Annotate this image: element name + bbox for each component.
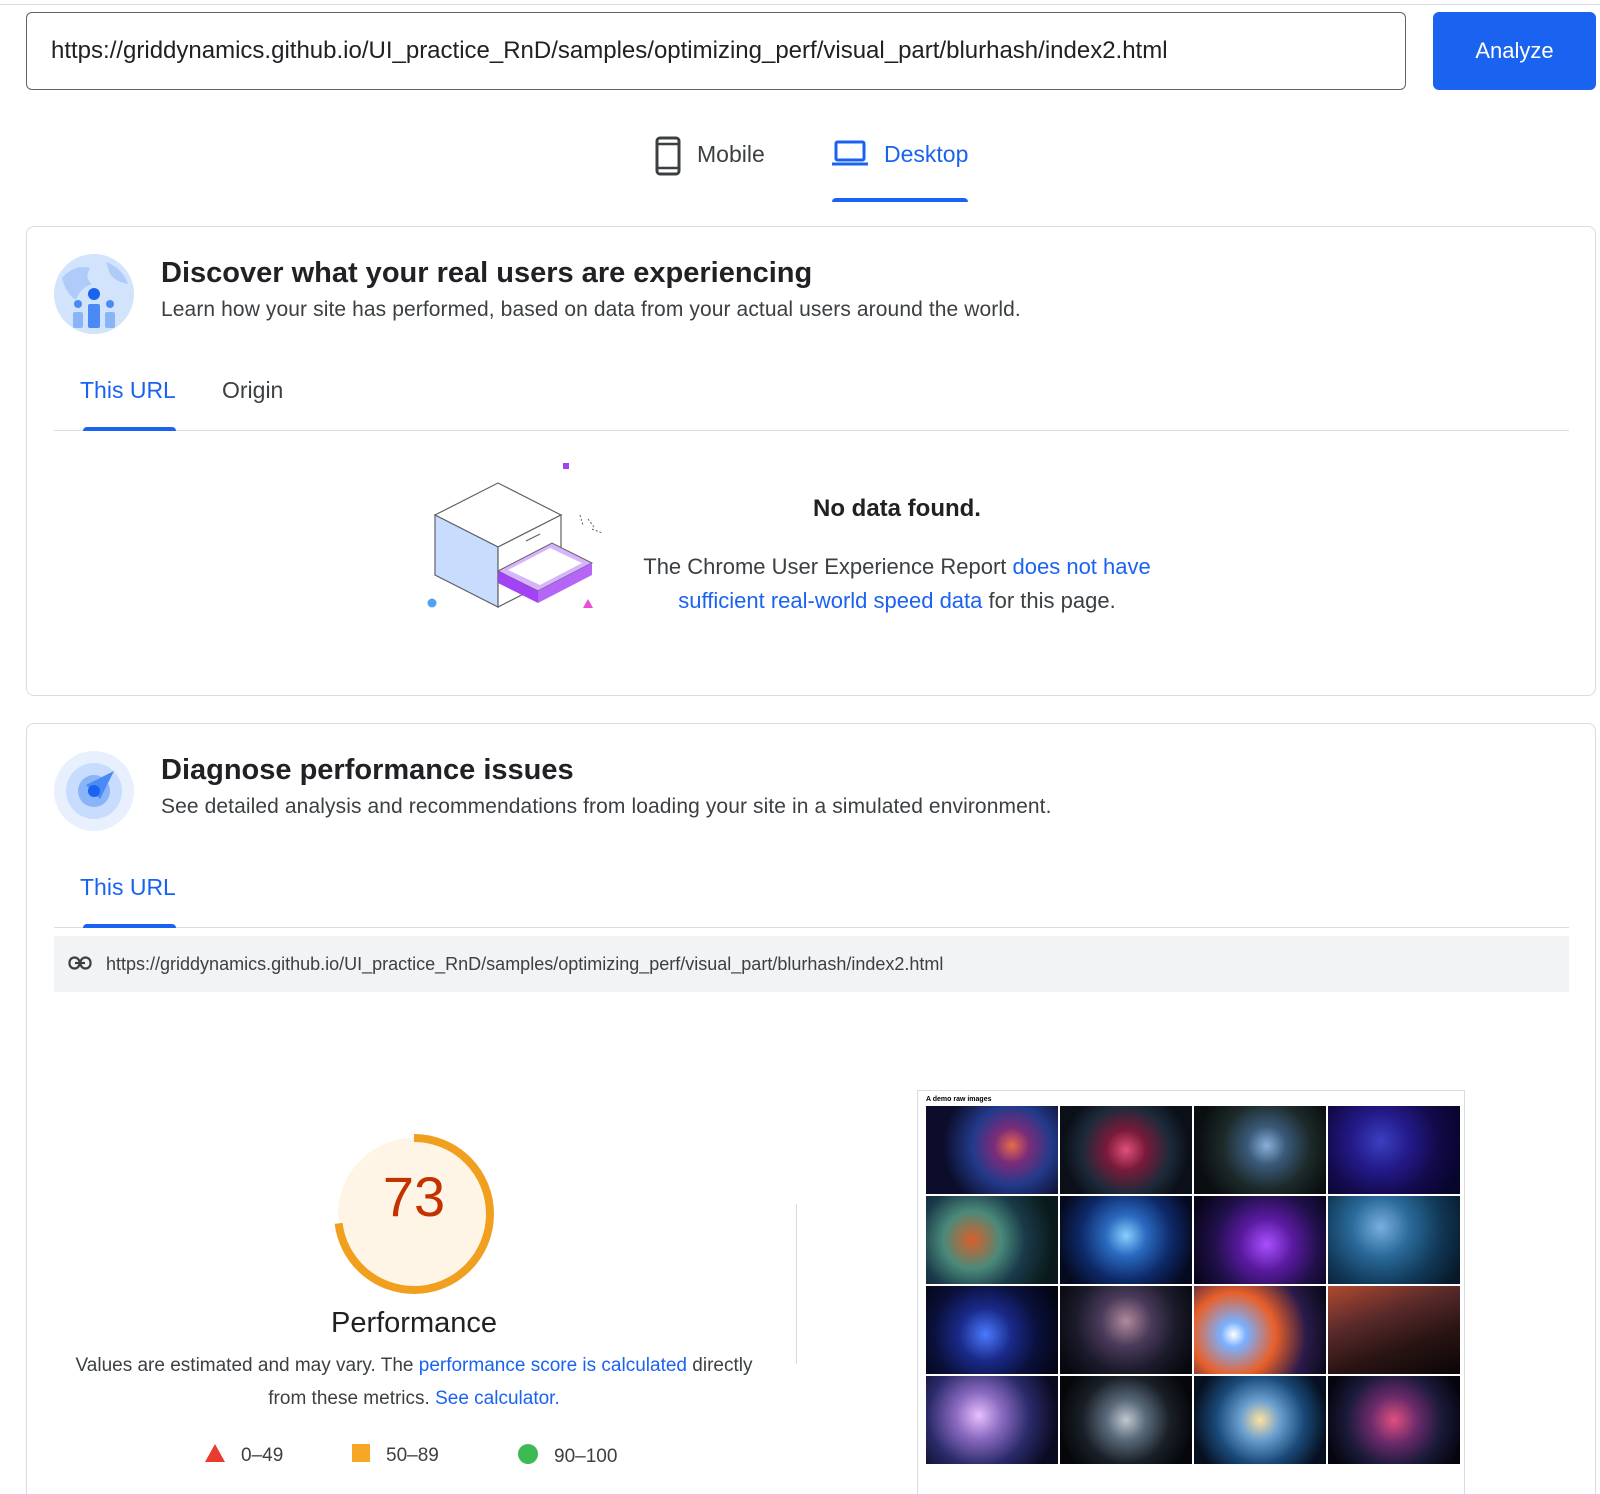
space-image: [1328, 1196, 1460, 1284]
performance-label: Performance: [330, 1307, 497, 1339]
field-data-tabs: This URL Origin: [54, 367, 1569, 431]
lab-data-card: Diagnose performance issues See detailed…: [26, 723, 1596, 1494]
no-data-message: The Chrome User Experience Report does n…: [627, 550, 1167, 618]
tested-url[interactable]: https://griddynamics.github.io/UI_practi…: [106, 954, 943, 975]
tab-origin[interactable]: Origin: [222, 377, 283, 431]
lab-data-subtitle: See detailed analysis and recommendation…: [161, 795, 1052, 818]
space-image: [926, 1196, 1058, 1284]
space-image: [1194, 1286, 1326, 1374]
tab-desktop[interactable]: Desktop: [832, 136, 969, 202]
space-image: [1060, 1196, 1192, 1284]
no-data-title: No data found.: [813, 495, 981, 522]
legend-range: 90–100: [554, 1446, 618, 1467]
section-divider: [796, 1204, 797, 1364]
legend-item-average: 50–89: [352, 1444, 439, 1468]
orange-square-icon: [352, 1444, 370, 1468]
compass-icon: [54, 751, 134, 831]
phone-icon: [655, 136, 681, 181]
field-data-title: Discover what your real users are experi…: [161, 257, 813, 289]
space-image: [1060, 1286, 1192, 1374]
space-image: [926, 1376, 1058, 1464]
url-input[interactable]: [26, 12, 1406, 90]
lab-data-tabs: This URL: [54, 864, 1569, 928]
tab-lab-this-url[interactable]: This URL: [80, 874, 176, 928]
space-image: [1194, 1376, 1326, 1464]
green-circle-icon: [518, 1444, 538, 1470]
page-screenshot-thumbnail[interactable]: A demo raw images: [917, 1090, 1465, 1494]
see-calculator-link[interactable]: See calculator.: [435, 1388, 560, 1409]
tab-mobile[interactable]: Mobile: [655, 136, 765, 202]
space-image: [1328, 1106, 1460, 1194]
empty-drawer-illustration: [422, 463, 642, 633]
top-divider: [0, 4, 1600, 5]
legend-item-fail: 0–49: [205, 1444, 283, 1468]
performance-note: Values are estimated and may vary. The p…: [67, 1349, 761, 1415]
red-triangle-icon: [205, 1444, 225, 1468]
users-globe-icon: [54, 254, 134, 334]
space-image: [1194, 1106, 1326, 1194]
no-data-text-prefix: The Chrome User Experience Report: [643, 554, 1013, 579]
link-icon: [68, 954, 92, 975]
score-calculated-link[interactable]: performance score is calculated: [419, 1355, 687, 1376]
legend-range: 50–89: [386, 1445, 439, 1466]
field-data-subtitle: Learn how your site has performed, based…: [161, 298, 1021, 321]
space-image: [1060, 1376, 1192, 1464]
screenshot-image-grid: [926, 1106, 1460, 1464]
space-image: [1194, 1196, 1326, 1284]
laptop-icon: [832, 136, 868, 173]
legend-item-pass: 90–100: [518, 1444, 617, 1470]
space-image: [926, 1286, 1058, 1374]
tab-this-url[interactable]: This URL: [80, 377, 176, 431]
space-image: [1060, 1106, 1192, 1194]
space-image: [1328, 1376, 1460, 1464]
lab-data-title: Diagnose performance issues: [161, 754, 574, 786]
field-data-card: Discover what your real users are experi…: [26, 226, 1596, 696]
tab-mobile-label: Mobile: [697, 141, 765, 167]
analyze-button[interactable]: Analyze: [1433, 12, 1596, 90]
perf-note-prefix: Values are estimated and may vary. The: [75, 1355, 419, 1376]
screenshot-caption: A demo raw images: [926, 1096, 992, 1103]
tested-url-bar: https://griddynamics.github.io/UI_practi…: [54, 936, 1569, 992]
space-image: [926, 1106, 1058, 1194]
space-image: [1328, 1286, 1460, 1374]
no-data-text-suffix: for this page.: [982, 588, 1116, 613]
performance-score: 73: [382, 1165, 446, 1228]
tab-desktop-label: Desktop: [884, 141, 969, 167]
legend-range: 0–49: [241, 1445, 284, 1466]
